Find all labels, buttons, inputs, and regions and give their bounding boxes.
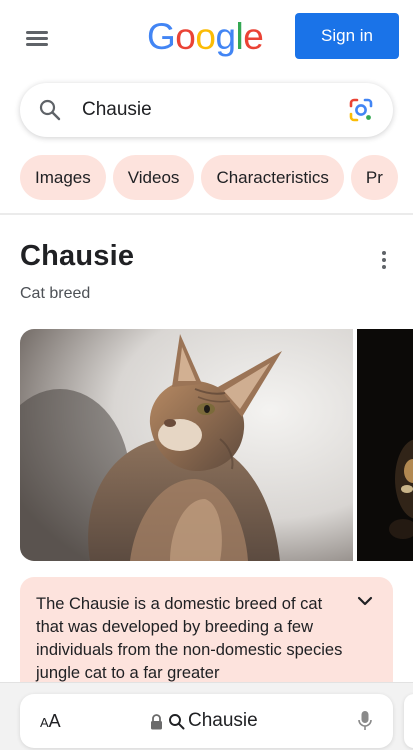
text-size-small: A [40, 715, 49, 730]
sign-in-button[interactable]: Sign in [295, 13, 399, 59]
logo-letter: o [175, 16, 196, 57]
chip-images[interactable]: Images [20, 155, 106, 200]
google-lens-icon[interactable] [347, 96, 375, 124]
description-text: The Chausie is a domestic breed of cat t… [36, 595, 343, 682]
search-icon [169, 714, 185, 730]
logo-letter: G [147, 16, 176, 57]
knowledge-panel-title: Chausie [20, 240, 135, 272]
description-card[interactable]: The Chausie is a domestic breed of cat t… [20, 577, 393, 687]
search-input[interactable] [82, 98, 332, 122]
logo-letter: l [235, 16, 244, 57]
logo-letter: g [215, 16, 236, 57]
more-options-icon[interactable] [376, 248, 392, 272]
microphone-icon[interactable] [358, 710, 372, 732]
chevron-down-icon[interactable] [356, 594, 374, 608]
search-box[interactable] [20, 83, 393, 137]
cat-image-main[interactable] [20, 329, 353, 561]
lock-icon [151, 714, 162, 730]
cat-photo [20, 329, 353, 561]
filter-chips: Images Videos Characteristics Pr [20, 155, 413, 200]
text-size-button[interactable]: AA [40, 711, 61, 732]
chip-partial[interactable]: Pr [350, 155, 398, 200]
browser-toolbar: AA Chausie [0, 682, 413, 750]
chip-characteristics[interactable]: Characteristics [201, 155, 344, 200]
header: Google Sign in [0, 0, 413, 78]
logo-letter: o [195, 16, 216, 57]
google-logo[interactable]: Google [147, 16, 264, 58]
cat-photo-secondary [357, 329, 413, 561]
address-text[interactable]: Chausie [188, 710, 258, 732]
next-tab-preview[interactable] [404, 694, 413, 748]
cat-image-secondary[interactable] [357, 329, 413, 561]
knowledge-panel-subtitle: Cat breed [20, 285, 91, 302]
divider [0, 213, 413, 215]
logo-letter: e [243, 16, 264, 57]
chip-videos[interactable]: Videos [112, 155, 195, 200]
text-size-large: A [48, 711, 61, 731]
address-bar[interactable]: AA Chausie [20, 694, 393, 748]
search-icon [39, 99, 61, 121]
hamburger-menu-icon[interactable] [24, 26, 52, 50]
